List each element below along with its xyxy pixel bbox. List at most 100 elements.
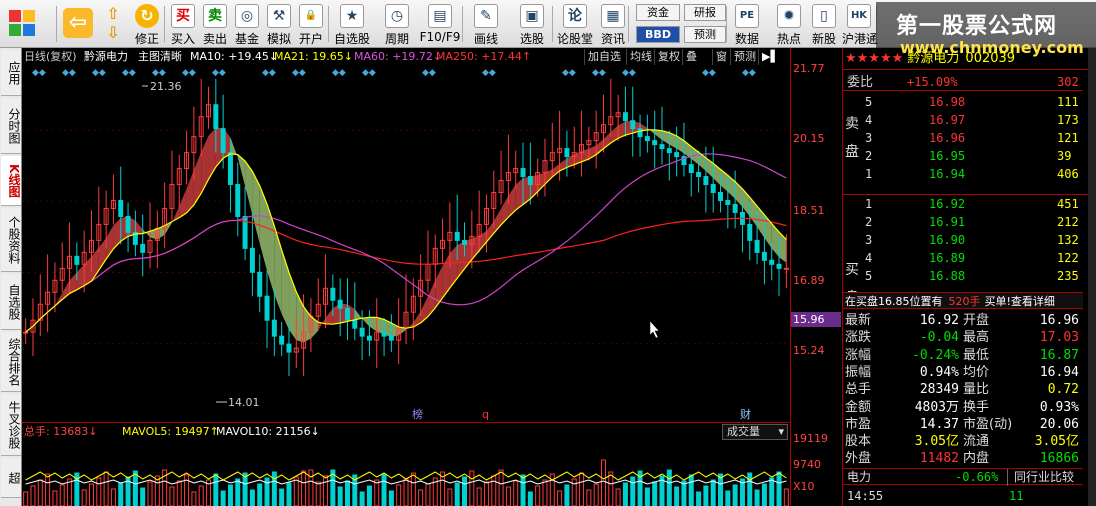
- left-tab-5[interactable]: 综合排名: [1, 332, 21, 392]
- volume-bar: [96, 477, 102, 506]
- info-diamond-icon[interactable]: ◆◆: [92, 68, 106, 78]
- stat-value: 17.03: [1039, 330, 1079, 346]
- volume-chart[interactable]: [22, 440, 790, 506]
- bid-row[interactable]: 5 16.88 235: [843, 268, 1083, 285]
- ask-row[interactable]: 2 16.95 39: [843, 148, 1083, 165]
- chart-tag-1[interactable]: 均线: [626, 49, 655, 65]
- toolbar-separator: [56, 6, 57, 42]
- info-diamond-icon[interactable]: ◆◆: [742, 68, 756, 78]
- toolbar-button-18[interactable]: ▯ 新股: [808, 2, 840, 46]
- info-diamond-icon[interactable]: ◆◆: [122, 68, 136, 78]
- left-tab-2[interactable]: K线图: [1, 156, 21, 206]
- bid-volume: 451: [1057, 197, 1079, 211]
- info-diamond-icon[interactable]: ◆◆: [482, 68, 496, 78]
- clock-icon: ◷: [385, 4, 409, 28]
- toolbar-button-3[interactable]: ↻ 修正: [130, 2, 164, 46]
- toolbar-small-button-1[interactable]: BBD: [636, 26, 680, 43]
- vertical-scrollbar[interactable]: [1088, 48, 1096, 506]
- stat-label: 总手: [845, 382, 872, 398]
- left-tab-3[interactable]: 个股资料: [1, 208, 21, 272]
- volume-bar: [535, 485, 541, 506]
- toolbar-button-1[interactable]: ⇦: [60, 2, 96, 46]
- event-marker-0[interactable]: 榜: [412, 407, 423, 421]
- bid-row[interactable]: 2 16.91 212: [843, 214, 1083, 231]
- volume-bar: [147, 481, 153, 506]
- chart-tag-0[interactable]: 加自选: [584, 49, 624, 65]
- left-tab-1[interactable]: 分时图: [1, 98, 21, 154]
- info-diamond-icon[interactable]: ◆◆: [332, 68, 346, 78]
- left-tab-0[interactable]: 应用: [1, 50, 21, 96]
- info-diamond-icon[interactable]: ◆◆: [702, 68, 716, 78]
- ma-ribbon-segment: [420, 296, 428, 323]
- toolbar-button-7[interactable]: ⚒ 模拟: [264, 2, 294, 46]
- info-diamond-icon[interactable]: ◆◆: [62, 68, 76, 78]
- stat-label: 量比: [963, 382, 990, 398]
- event-marker-1[interactable]: q: [482, 408, 489, 421]
- info-diamond-icon[interactable]: ◆◆: [592, 68, 606, 78]
- toolbar-button-4[interactable]: 买买入: [168, 2, 198, 46]
- chart-tag-2[interactable]: 复权: [654, 49, 683, 65]
- left-tab-7[interactable]: 超: [1, 458, 21, 498]
- toolbar-button-10[interactable]: ◷ 周期: [380, 2, 414, 46]
- ask-level: 3: [865, 131, 873, 145]
- toolbar-button-2[interactable]: ⇧ ⇩: [98, 2, 128, 46]
- toolbar-button-12[interactable]: ✎ 画线: [466, 2, 506, 46]
- toolbar-button-13[interactable]: ▣ 选股: [514, 2, 550, 46]
- chart-tag-3[interactable]: 叠: [682, 49, 700, 65]
- info-diamond-icon[interactable]: ◆◆: [182, 68, 196, 78]
- toolbar-button-8[interactable]: 🔒 开户: [296, 2, 326, 46]
- toolbar-button-0[interactable]: [4, 2, 40, 46]
- info-diamond-icon[interactable]: ◆◆: [362, 68, 376, 78]
- toolbar-button-6[interactable]: ◎ 基金: [232, 2, 262, 46]
- info-diamond-icon[interactable]: ◆◆: [422, 68, 436, 78]
- toolbar-button-17[interactable]: ✹ 热点: [772, 2, 806, 46]
- info-diamond-icon[interactable]: ◆◆: [262, 68, 276, 78]
- bid-row[interactable]: 3 16.90 132: [843, 232, 1083, 249]
- info-diamond-icon[interactable]: ◆◆: [212, 68, 226, 78]
- sector-compare-button[interactable]: 同行业比较: [1007, 469, 1083, 486]
- bid-row[interactable]: 4 16.89 122: [843, 250, 1083, 267]
- candle: [374, 298, 380, 369]
- volume-indicator-select[interactable]: 成交量 ▾: [722, 424, 788, 440]
- toolbar-button-16[interactable]: PE 数据: [730, 2, 764, 46]
- info-diamond-icon[interactable]: ◆◆: [152, 68, 166, 78]
- event-marker-2[interactable]: 财: [740, 407, 751, 421]
- ask-row[interactable]: 1 16.94 406: [843, 166, 1083, 183]
- toolbar-button-5[interactable]: 卖卖出: [200, 2, 230, 46]
- toolbar-button-14[interactable]: 论论股堂: [556, 2, 594, 46]
- chart-tag-4[interactable]: 窗: [712, 49, 730, 65]
- ask-row[interactable]: 5 16.98 111: [843, 94, 1083, 111]
- ask-row[interactable]: 4 16.97 173: [843, 112, 1083, 129]
- panel-toggle-icon[interactable]: ▶▌: [758, 49, 782, 65]
- stat-value: 3.05亿: [1034, 434, 1079, 450]
- bid-level: 4: [865, 251, 873, 265]
- stat-value: 16.92: [919, 313, 959, 328]
- toolbar-small-button-0[interactable]: 资金: [636, 4, 680, 21]
- toolbar-button-19[interactable]: HK 沪港通: [842, 2, 878, 46]
- candle: [542, 138, 548, 197]
- info-diamond-icon[interactable]: ◆◆: [292, 68, 306, 78]
- volume-bar: [315, 481, 321, 506]
- ask-row[interactable]: 3 16.96 121: [843, 130, 1083, 147]
- kline-chart[interactable]: 21.36 14.01 榜 q 财 ◆◆ ◆◆ ◆◆ ◆◆ ◆◆ ◆◆ ◆◆ ◆◆ ◆◆ ◆◆ ◆◆ ◆◆ ◆◆ ◆…: [22, 66, 790, 422]
- period-label[interactable]: 日线(复权): [24, 48, 77, 66]
- toolbar-button-9[interactable]: ★ 自选股: [332, 2, 372, 46]
- ma-ribbon-segment: [318, 317, 326, 331]
- toolbar-small-button-3[interactable]: 预测: [684, 26, 726, 43]
- volume-bar: [67, 478, 73, 506]
- info-diamond-icon[interactable]: ◆◆: [622, 68, 636, 78]
- toolbar-button-15[interactable]: ▦ 资讯: [596, 2, 630, 46]
- bid-volume: 235: [1057, 269, 1079, 283]
- volume-info-bar: 总手: 13683↓ MAVOL5: 19497↑ MAVOL10: 21156…: [22, 422, 790, 440]
- candle: [198, 78, 204, 157]
- left-tab-4[interactable]: 自选股: [1, 274, 21, 330]
- info-diamond-icon[interactable]: ◆◆: [32, 68, 46, 78]
- large-order-notice[interactable]: 在买盘16.85位置有 520手 买单!查看详细: [843, 292, 1083, 309]
- chart-tag-5[interactable]: 预测: [730, 49, 759, 65]
- toolbar-small-button-2[interactable]: 研报: [684, 4, 726, 21]
- toolbar-button-11[interactable]: ▤ F10/F9: [418, 2, 462, 46]
- chart-mode[interactable]: 主图清晰: [138, 48, 182, 66]
- left-tab-6[interactable]: 牛叉诊股: [1, 394, 21, 456]
- bid-row[interactable]: 1 16.92 451: [843, 196, 1083, 213]
- info-diamond-icon[interactable]: ◆◆: [562, 68, 576, 78]
